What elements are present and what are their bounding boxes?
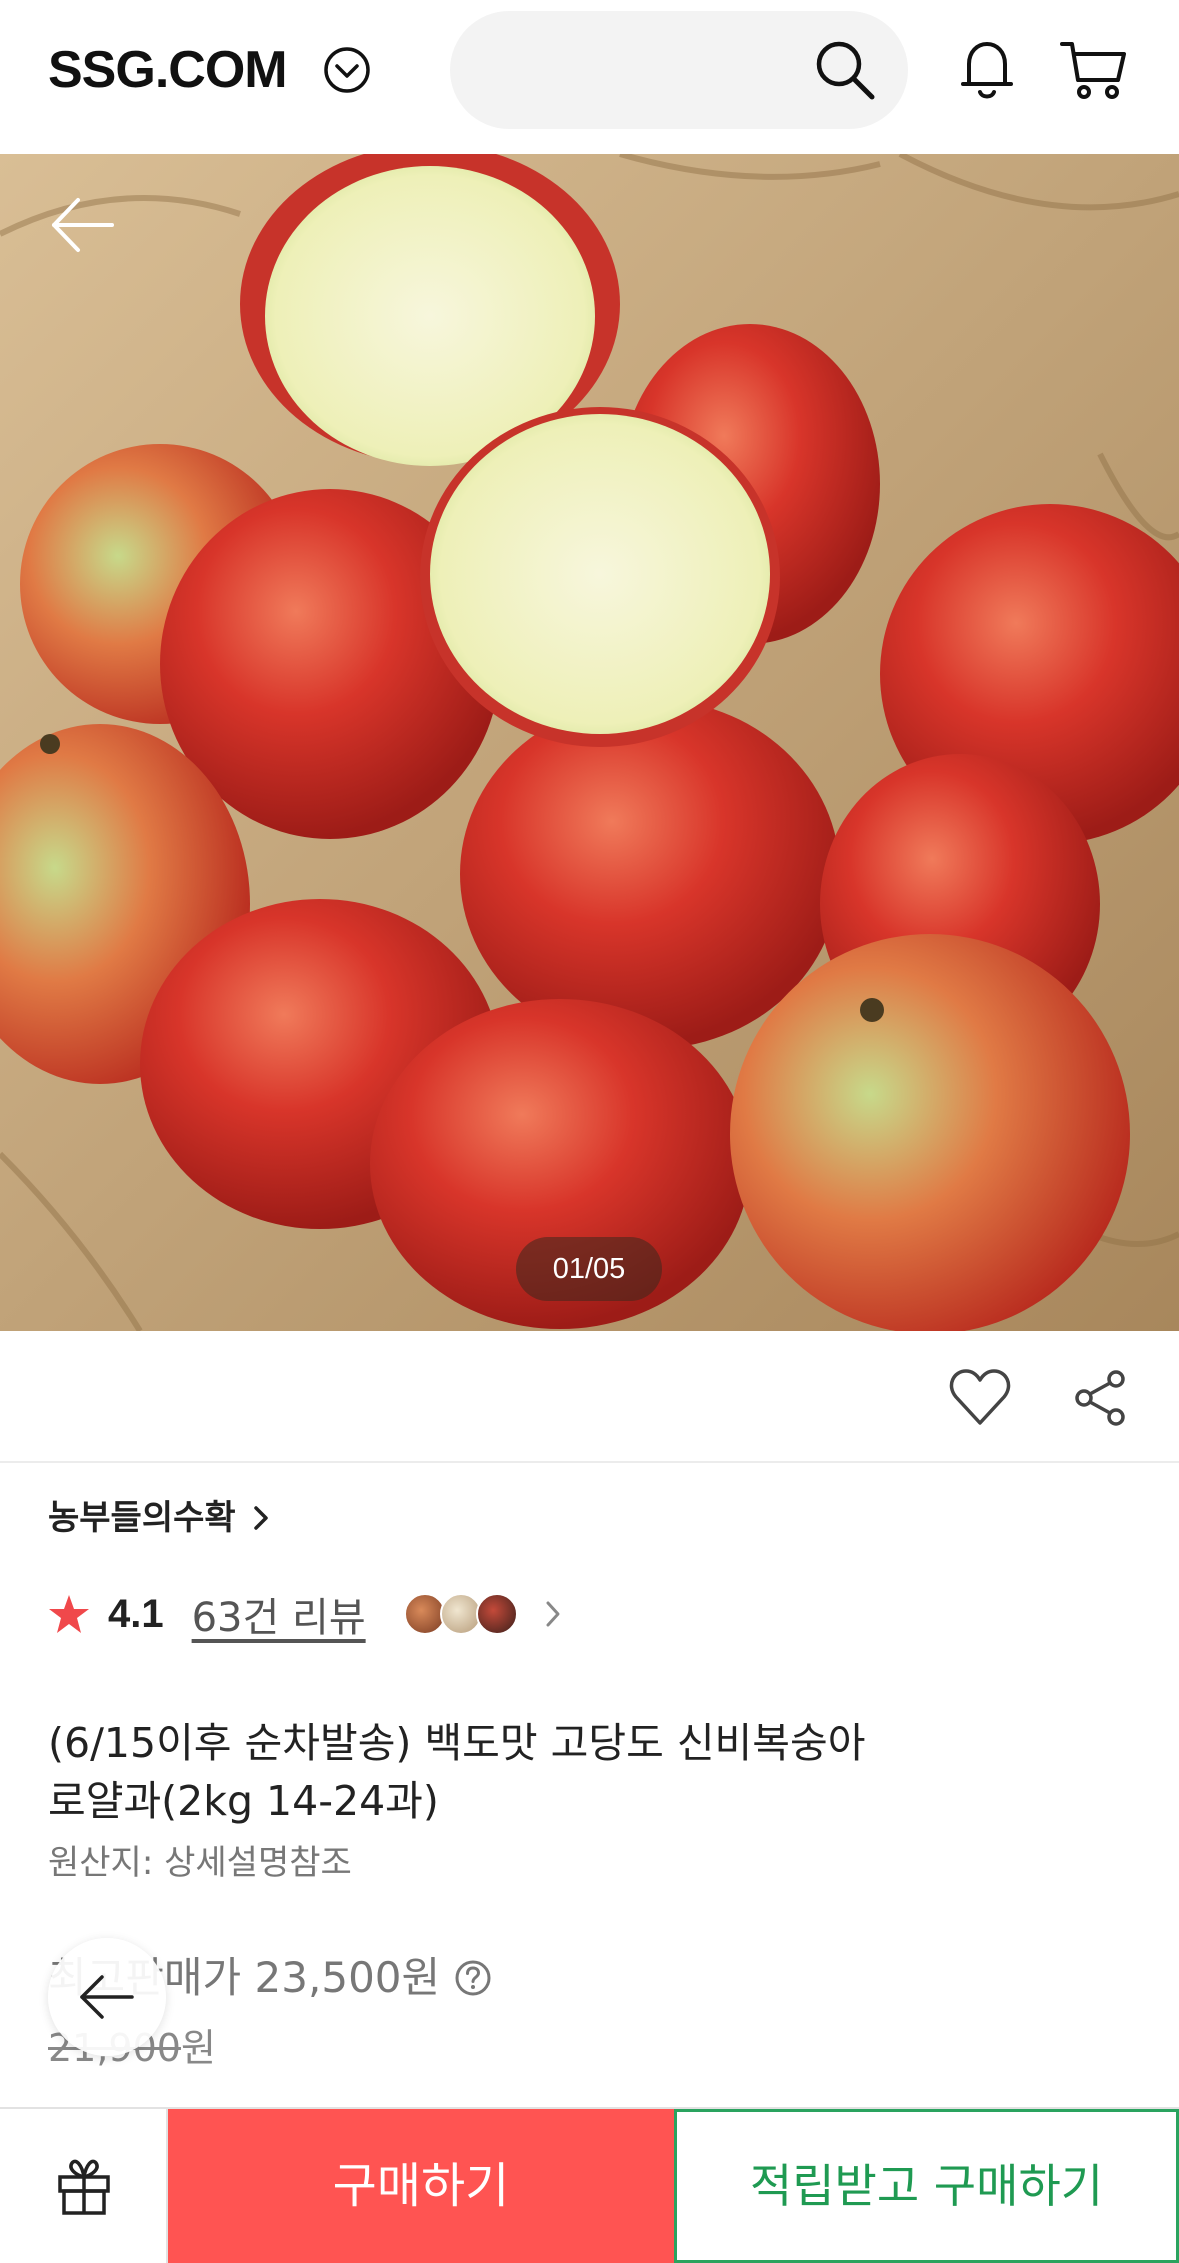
original-price-unit: 원 xyxy=(180,2026,216,2070)
floating-back-button[interactable] xyxy=(48,1938,166,2056)
gift-button[interactable] xyxy=(0,2109,168,2263)
cart-icon[interactable] xyxy=(1058,36,1130,104)
ssg-logo[interactable]: SSG.COM xyxy=(48,40,288,100)
heart-icon[interactable] xyxy=(948,1367,1012,1427)
chevron-right-icon[interactable] xyxy=(542,1597,564,1631)
arrow-left-icon xyxy=(80,1975,134,2019)
review-thumbnails[interactable] xyxy=(403,1593,518,1635)
seller-name: 농부들의수확 xyxy=(48,1498,236,1538)
reward-buy-button[interactable]: 적립받고 구매하기 xyxy=(674,2109,1179,2263)
product-title: (6/15이후 순차발송) 백도맛 고당도 신비복숭아 로얄과(2kg 14-2… xyxy=(48,1714,1048,1830)
buy-button[interactable]: 구매하기 xyxy=(168,2109,674,2263)
product-image[interactable] xyxy=(0,154,1179,1331)
purchase-bar: 구매하기 적립받고 구매하기 xyxy=(0,2107,1179,2263)
chevron-down-icon[interactable] xyxy=(322,45,372,95)
product-actions xyxy=(0,1331,1179,1463)
product-photo-illustration xyxy=(0,154,1179,1331)
seller-link[interactable]: 농부들의수확 xyxy=(48,1494,272,1542)
gift-icon xyxy=(58,2159,110,2215)
product-title-line: (6/15이후 순차발송) 백도맛 고당도 신비복숭아 xyxy=(48,1719,866,1767)
review-thumbnail[interactable] xyxy=(475,1593,518,1635)
star-icon xyxy=(49,1595,89,1633)
review-count-link[interactable]: 63건 리뷰 xyxy=(192,1585,366,1643)
chevron-right-icon xyxy=(253,1506,268,1530)
image-counter: 01/05 xyxy=(516,1237,662,1301)
product-title-line: 로얄과(2kg 14-24과) xyxy=(48,1777,439,1825)
bell-icon[interactable] xyxy=(955,36,1019,104)
rating-score: 4.1 xyxy=(108,1591,164,1636)
top-header: SSG.COM xyxy=(0,0,1179,154)
origin-info: 원산지: 상세설명참조 xyxy=(48,1843,352,1883)
rating-row: 4.1 63건 리뷰 xyxy=(48,1586,564,1642)
search-icon[interactable] xyxy=(812,37,878,103)
back-arrow-icon[interactable] xyxy=(48,190,118,260)
share-icon[interactable] xyxy=(1072,1369,1128,1427)
help-icon[interactable] xyxy=(454,1959,492,1997)
